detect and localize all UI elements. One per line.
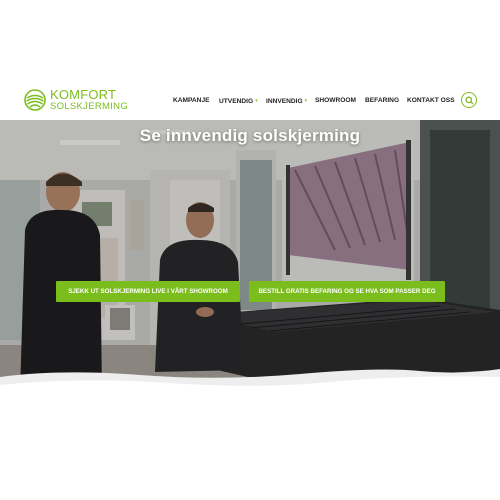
nav-item-label: UTVENDIG bbox=[219, 98, 254, 105]
hero-bottom-wave bbox=[0, 369, 500, 405]
nav-item-label: KAMPANJE bbox=[173, 97, 210, 104]
nav-item-innvendig[interactable]: INNVENDIG ▾ bbox=[266, 95, 307, 108]
content-area bbox=[0, 400, 500, 500]
nav-item-label: INNVENDIG bbox=[266, 98, 303, 105]
nav-item-showroom[interactable]: SHOWROOM bbox=[315, 95, 356, 107]
search-icon bbox=[464, 95, 474, 105]
nav-item-label: KONTAKT OSS bbox=[407, 97, 455, 104]
befaring-cta-button[interactable]: BESTILL GRATIS BEFARING OG SE HVA SOM PA… bbox=[249, 281, 445, 302]
chevron-down-icon: ▾ bbox=[255, 98, 258, 104]
nav-item-utvendig[interactable]: UTVENDIG ▾ bbox=[219, 95, 258, 108]
search-button[interactable] bbox=[461, 92, 477, 108]
hero-title: Se innvendig solskjerming bbox=[139, 126, 361, 145]
logo-name-bottom: SOLSKJERMING bbox=[50, 101, 129, 113]
nav-item-kampanje[interactable]: KAMPANJE bbox=[173, 95, 210, 107]
nav-item-befaring[interactable]: BEFARING bbox=[365, 95, 399, 107]
nav-item-label: SHOWROOM bbox=[315, 97, 357, 104]
hero-overlay bbox=[0, 120, 500, 392]
site-header: KOMFORT SOLSKJERMING KAMPANJE UTVENDIG ▾ … bbox=[0, 0, 500, 120]
brand-logo[interactable]: KOMFORT SOLSKJERMING bbox=[24, 88, 128, 112]
hero-section bbox=[0, 120, 500, 392]
nav-item-kontakt-oss[interactable]: KONTAKT OSS bbox=[407, 95, 455, 107]
logo-wordmark: KOMFORT SOLSKJERMING bbox=[50, 88, 128, 112]
chevron-down-icon: ▾ bbox=[304, 98, 308, 104]
showroom-cta-button[interactable]: SJEKK UT SOLSKJERMING LIVE I VÅRT SHOWRO… bbox=[56, 281, 240, 302]
logo-mark-icon bbox=[24, 89, 46, 111]
nav-item-label: BEFARING bbox=[365, 97, 400, 104]
logo-name-top: KOMFORT bbox=[50, 87, 117, 103]
